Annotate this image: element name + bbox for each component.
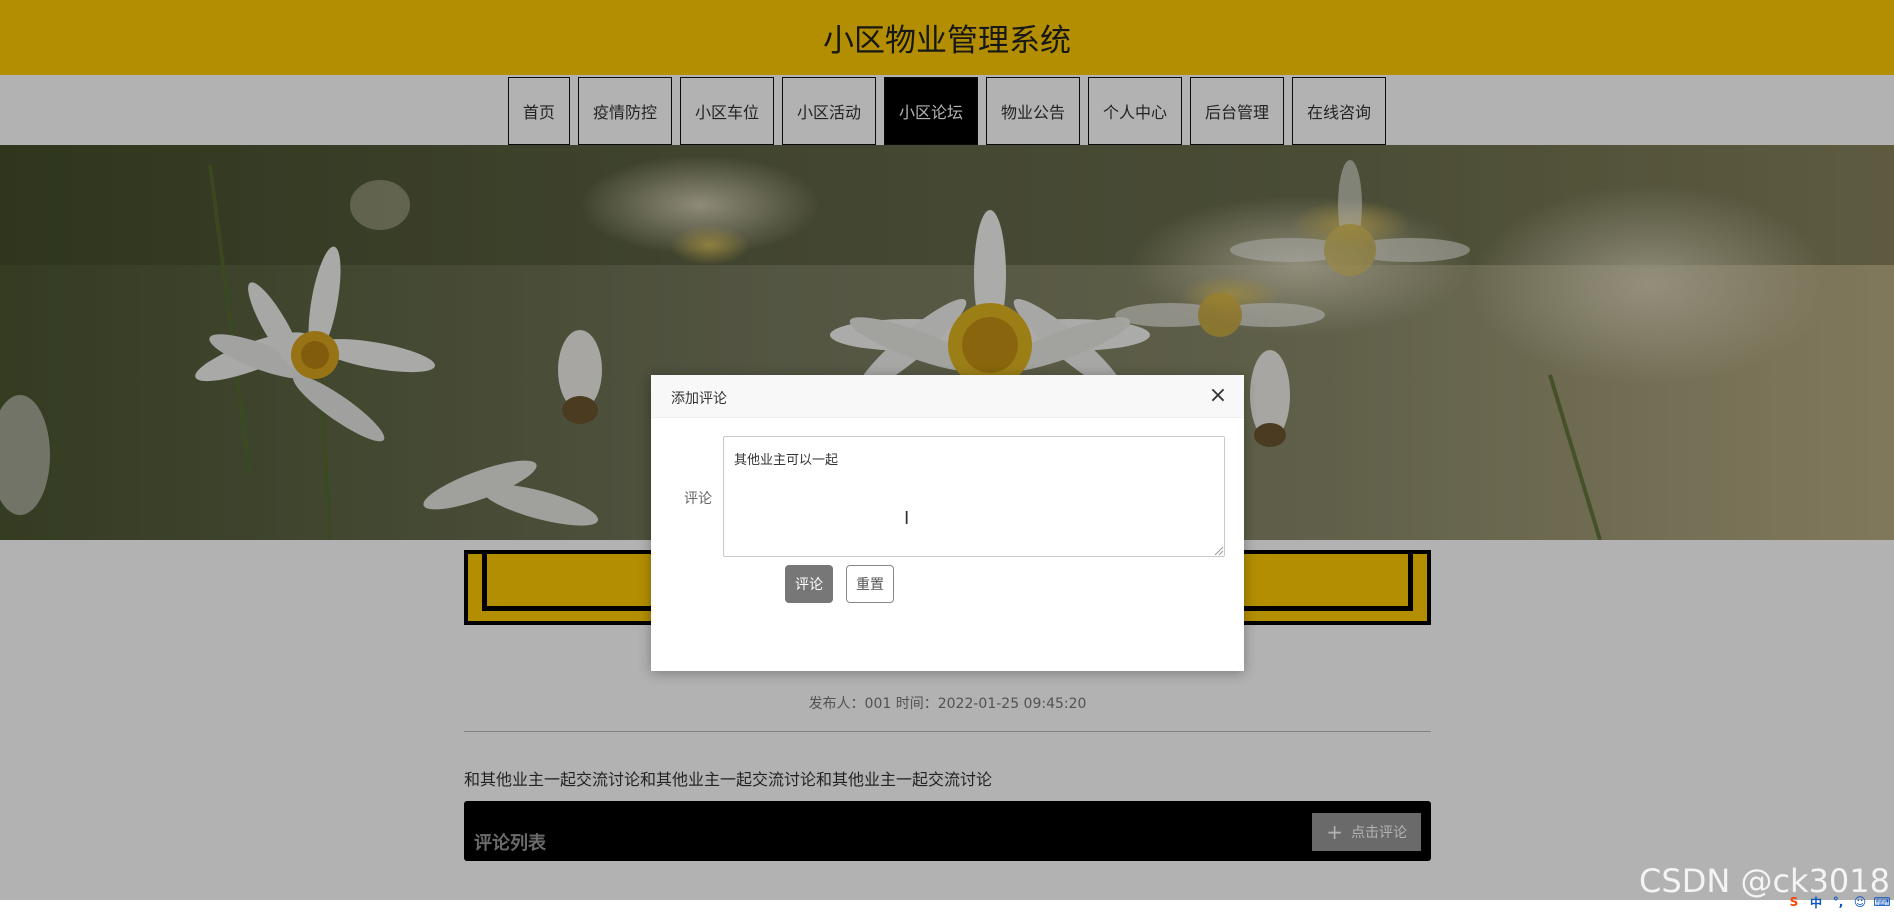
submit-comment-button[interactable]: 评论 (785, 565, 833, 603)
keyboard-icon[interactable]: ⌨ (1873, 894, 1890, 910)
add-comment-dialog: 添加评论 × 评论 其他业主可以一起 I 评论 重置 (651, 375, 1244, 671)
close-icon[interactable]: × (1206, 384, 1230, 408)
comment-field-label: 评论 (684, 491, 712, 507)
reset-button[interactable]: 重置 (846, 565, 894, 603)
text-cursor-icon: I (904, 508, 910, 529)
comment-textarea[interactable]: 其他业主可以一起 (723, 436, 1225, 557)
dialog-header: 添加评论 × (651, 375, 1244, 418)
punctuation-icon[interactable]: °, (1830, 894, 1846, 910)
resize-grip-icon[interactable] (1214, 546, 1224, 556)
ime-zh-icon[interactable]: 中 (1808, 894, 1824, 910)
page: 小区物业管理系统 首页 疫情防控 小区车位 小区活动 小区论坛 物业公告 个人中… (0, 0, 1894, 918)
dialog-title: 添加评论 (671, 391, 727, 407)
emoji-icon[interactable]: ☺ (1852, 894, 1868, 910)
sogou-icon[interactable]: S (1786, 894, 1802, 910)
system-tray: S 中 °, ☺ ⌨ (1786, 894, 1891, 910)
